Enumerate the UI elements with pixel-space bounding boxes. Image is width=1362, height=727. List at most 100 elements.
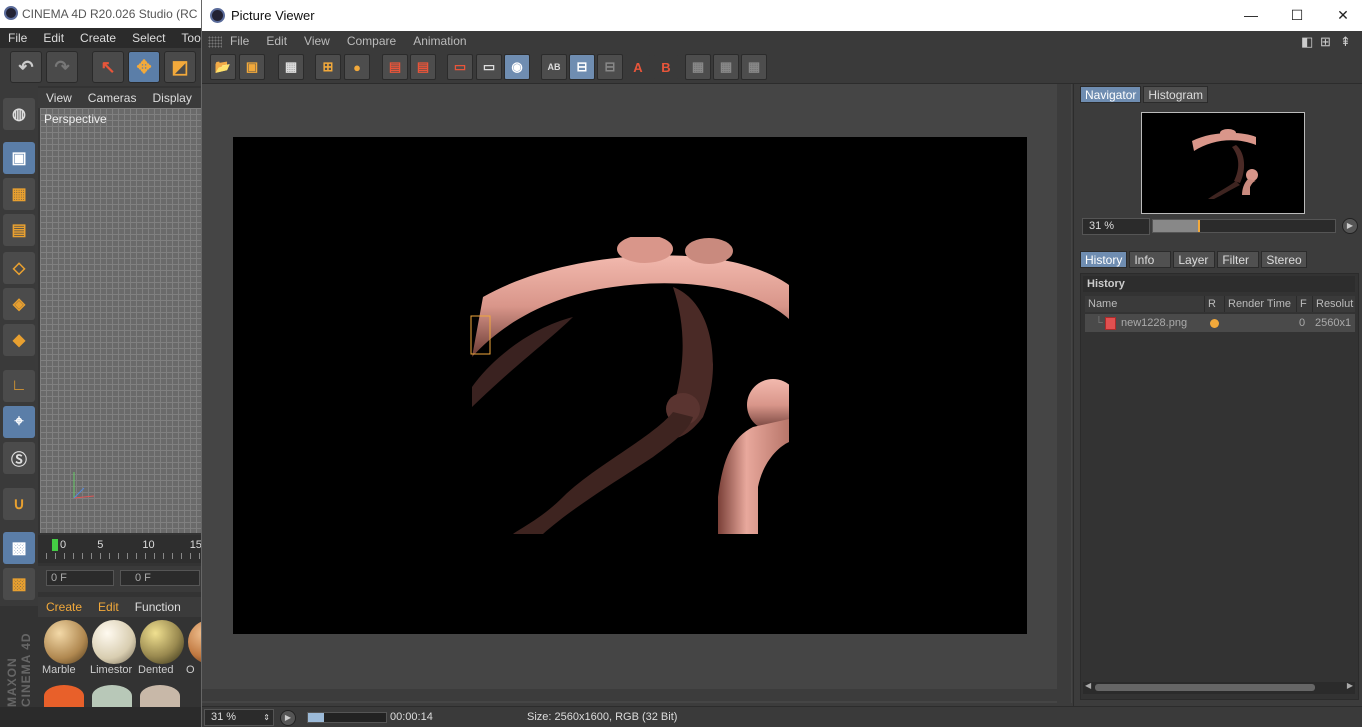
spinner-icon[interactable]: ⇕ [263, 710, 270, 725]
save-icon[interactable]: ▣ [239, 54, 265, 80]
tab-history[interactable]: History [1080, 251, 1128, 268]
open-icon[interactable]: 📂 [210, 54, 236, 80]
col-name[interactable]: Name [1085, 296, 1205, 312]
c4d-menu-edit[interactable]: Edit [35, 28, 72, 48]
timeline-ticks: 0 5 10 15 [60, 539, 202, 551]
set-b-label: B [661, 59, 671, 75]
slider-handle[interactable] [1198, 220, 1201, 232]
show-region-icon[interactable]: ▭ [476, 54, 502, 80]
viewport-menu-cameras[interactable]: Cameras [80, 91, 145, 105]
clapper-icon[interactable]: ▦ [278, 54, 304, 80]
navigator-thumbnail[interactable] [1141, 112, 1305, 214]
tab-stereo[interactable]: Stereo [1261, 251, 1307, 268]
compare-split-icon[interactable]: ⊟ [569, 54, 595, 80]
scroll-right-icon[interactable]: ▶ [1347, 681, 1353, 690]
pin-icon[interactable]: ⇞ [1340, 34, 1351, 50]
horizontal-scrollbar[interactable] [202, 689, 1057, 701]
tweak-mouse-icon[interactable]: ⌖ [3, 406, 35, 438]
tab-info[interactable]: Info [1129, 251, 1172, 268]
select-tool-icon[interactable]: ↖ [92, 51, 124, 83]
viewport-menu-view[interactable]: View [38, 91, 80, 105]
col-render-time[interactable]: Render Time [1225, 296, 1297, 312]
edges-mode-icon[interactable]: ◈ [3, 288, 35, 320]
c4d-menu-create[interactable]: Create [72, 28, 124, 48]
axis-icon[interactable]: ∟ [3, 370, 35, 402]
magnet-icon[interactable]: ∪ [3, 488, 35, 520]
grid-icon[interactable]: ▩ [3, 568, 35, 600]
render-region-icon[interactable]: ⊞ [315, 54, 341, 80]
render-user-icon[interactable]: ● [344, 54, 370, 80]
col-r[interactable]: R [1205, 296, 1225, 312]
navigator-zoom-slider[interactable] [1152, 219, 1336, 233]
menu-view[interactable]: View [296, 31, 339, 52]
grid-lock-icon[interactable]: ▩ [3, 532, 35, 564]
c4d-menu-select[interactable]: Select [124, 28, 173, 48]
material-menu-function[interactable]: Function [127, 600, 189, 614]
layout-panel-icon[interactable]: ◧ [1301, 34, 1313, 50]
scale-tool-icon[interactable]: ◩ [164, 51, 196, 83]
delete-all-icon[interactable]: ▤ [410, 54, 436, 80]
stereo-right-icon[interactable]: ▦ [713, 54, 739, 80]
col-resolution[interactable]: Resolut [1313, 296, 1355, 312]
menu-compare[interactable]: Compare [339, 31, 405, 52]
maximize-button[interactable]: ☐ [1274, 0, 1320, 31]
tab-filter[interactable]: Filter [1217, 251, 1260, 268]
history-scrollbar[interactable]: ◀ ▶ [1083, 681, 1355, 694]
perspective-viewport[interactable]: Perspective [40, 108, 202, 533]
redo-icon[interactable]: ↷ [46, 51, 78, 83]
material-item[interactable]: Dented [138, 620, 185, 680]
col-f[interactable]: F [1297, 296, 1313, 312]
minimize-button[interactable]: — [1228, 0, 1274, 31]
set-a-icon[interactable]: A [625, 54, 651, 80]
polygons-mode-icon[interactable]: ◆ [3, 324, 35, 356]
timeline[interactable]: 0 5 10 15 [38, 535, 202, 563]
frame-current-field[interactable]: 0 F [120, 570, 200, 586]
timeline-marker[interactable] [52, 539, 58, 551]
navigator-play-icon[interactable]: ▶ [1342, 218, 1358, 234]
stereo-left-icon[interactable]: ▦ [685, 54, 711, 80]
model-mode-icon[interactable]: ▣ [3, 142, 35, 174]
close-button[interactable]: ✕ [1320, 0, 1362, 31]
stereo-both-icon[interactable]: ▦ [741, 54, 767, 80]
texture-mode-icon[interactable]: ▦ [3, 178, 35, 210]
menu-animation[interactable]: Animation [405, 31, 475, 52]
points-mode-icon[interactable]: ◇ [3, 252, 35, 284]
compare-ab-icon[interactable]: AB [541, 54, 567, 80]
delete-image-icon[interactable]: ▤ [382, 54, 408, 80]
material-manager: Marble Limestor Dented O [38, 617, 202, 707]
play-icon[interactable]: ▶ [280, 710, 296, 726]
viewport-menu-display[interactable]: Display [144, 91, 199, 105]
material-item[interactable]: Limestor [90, 620, 137, 680]
table-row[interactable]: └ new1228.png 0 2560x1 [1085, 314, 1355, 332]
snap-icon[interactable]: Ⓢ [3, 442, 35, 474]
frame-start-field[interactable]: 0 F [46, 570, 114, 586]
show-image-icon[interactable]: ▭ [447, 54, 473, 80]
material-menu-create[interactable]: Create [38, 600, 90, 614]
menu-edit[interactable]: Edit [258, 31, 296, 52]
tab-layer[interactable]: Layer [1173, 251, 1216, 268]
tab-histogram[interactable]: Histogram [1143, 86, 1209, 103]
navigator-zoom-field[interactable]: 31 % [1082, 218, 1150, 235]
material-menu-edit[interactable]: Edit [90, 600, 127, 614]
scroll-left-icon[interactable]: ◀ [1085, 681, 1091, 690]
show-group-icon[interactable]: ◉ [504, 54, 530, 80]
drag-grip-icon[interactable] [208, 35, 222, 48]
image-canvas-area[interactable] [202, 84, 1072, 703]
scroll-thumb[interactable] [1095, 684, 1315, 691]
set-a-label: A [633, 59, 643, 75]
zoom-field[interactable]: 31 % ⇕ [204, 709, 274, 726]
undo-icon[interactable]: ↶ [10, 51, 42, 83]
move-tool-icon[interactable]: ✥ [128, 51, 160, 83]
compare-diff-icon[interactable]: ⊟ [597, 54, 623, 80]
material-item[interactable]: O [186, 620, 202, 680]
tab-navigator[interactable]: Navigator [1080, 86, 1142, 103]
set-b-icon[interactable]: B [653, 54, 679, 80]
c4d-menu-tools[interactable]: Tools [173, 28, 202, 48]
vertical-scrollbar[interactable] [1057, 84, 1071, 703]
menu-file[interactable]: File [222, 31, 258, 52]
workplane-icon[interactable]: ▤ [3, 214, 35, 246]
c4d-menu-file[interactable]: File [0, 28, 35, 48]
layout-split-icon[interactable]: ⊞ [1320, 34, 1331, 50]
globe-icon[interactable]: ◍ [3, 98, 35, 130]
material-item[interactable]: Marble [42, 620, 89, 680]
